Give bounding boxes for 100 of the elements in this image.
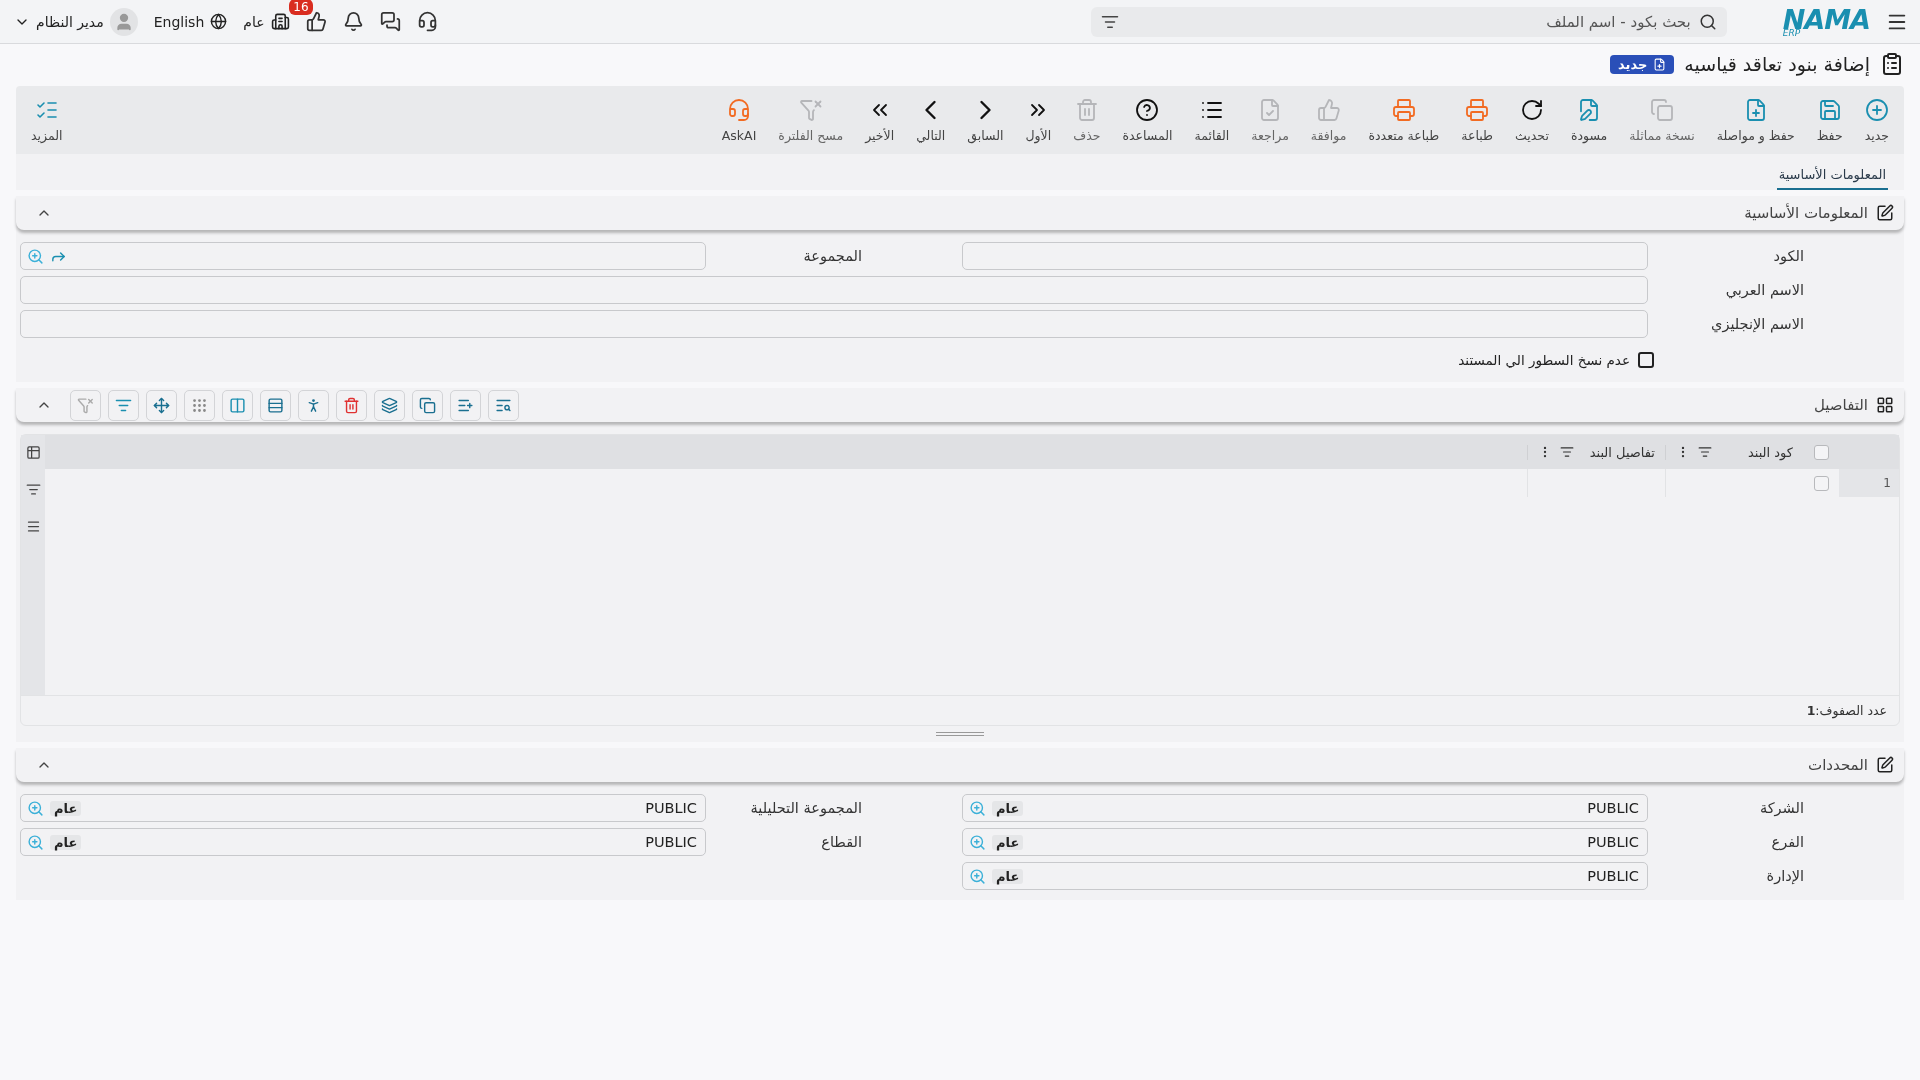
grid-tool-button[interactable] bbox=[146, 389, 177, 421]
input-field[interactable] bbox=[962, 242, 1648, 270]
field-label: الاسم العربي bbox=[1724, 281, 1804, 300]
language-selector[interactable]: English bbox=[153, 13, 228, 30]
clipboard-icon bbox=[1880, 52, 1904, 76]
print-button[interactable]: طباعة bbox=[1450, 97, 1504, 143]
grid-tool-button[interactable] bbox=[450, 389, 481, 421]
tag: عام bbox=[50, 800, 82, 816]
tag: عام bbox=[992, 800, 1024, 816]
trash-icon bbox=[343, 396, 360, 414]
thumbs-up-icon[interactable] bbox=[305, 11, 327, 32]
rows-icon bbox=[267, 396, 284, 414]
previous-button[interactable]: السابق bbox=[956, 97, 1015, 143]
grid-tool-button[interactable] bbox=[412, 389, 443, 421]
input-field[interactable] bbox=[20, 276, 1648, 304]
search-plus-icon[interactable] bbox=[27, 833, 44, 851]
grip-icon bbox=[191, 396, 208, 414]
select-all-checkbox[interactable] bbox=[1813, 444, 1829, 460]
next-button[interactable]: التالي bbox=[905, 97, 957, 143]
section-title: المحددات bbox=[1808, 756, 1868, 774]
search-icon bbox=[1698, 12, 1717, 31]
column-header[interactable]: كود البند bbox=[1665, 444, 1803, 460]
field-label: الكود bbox=[1772, 247, 1804, 266]
section-title: المعلومات الأساسية bbox=[1744, 204, 1868, 222]
save-continue-button[interactable]: حفظ و مواصلة bbox=[1705, 97, 1806, 143]
section-title: التفاصيل bbox=[1813, 396, 1868, 414]
field-value[interactable]: PUBLIC bbox=[87, 799, 699, 817]
headset-icon[interactable] bbox=[416, 11, 438, 32]
grid-tool-button[interactable] bbox=[298, 389, 329, 421]
page-title: إضافة بنود تعاقد قياسيه bbox=[1684, 53, 1870, 75]
filter-clear-icon bbox=[77, 396, 94, 414]
search-input[interactable]: بحث بكود - اسم الملف bbox=[1124, 11, 1693, 32]
user-menu[interactable]: مدير النظام bbox=[14, 7, 138, 36]
field-value[interactable]: PUBLIC bbox=[1029, 833, 1641, 851]
draft-button[interactable]: مسودة bbox=[1559, 97, 1619, 143]
input-field[interactable] bbox=[20, 310, 1648, 338]
avatar bbox=[109, 7, 138, 36]
refresh-button[interactable]: تحديث bbox=[1504, 97, 1560, 143]
grid-tool-button[interactable] bbox=[184, 389, 215, 421]
multi-print-button[interactable]: طباعة متعددة bbox=[1357, 97, 1451, 143]
filter-icon[interactable] bbox=[1698, 445, 1712, 459]
search-plus-icon[interactable] bbox=[969, 833, 986, 851]
move-icon bbox=[153, 396, 170, 414]
search-plus-icon[interactable] bbox=[969, 867, 986, 885]
checkbox[interactable]: عدم نسخ السطور الي المستند bbox=[1458, 348, 1654, 382]
columns-icon bbox=[229, 396, 246, 414]
field-label: القطاع bbox=[820, 833, 862, 852]
search-plus-icon[interactable] bbox=[27, 247, 44, 265]
grid-icon bbox=[1876, 396, 1894, 414]
field-value[interactable]: PUBLIC bbox=[1029, 799, 1641, 817]
save-button[interactable]: حفظ bbox=[1805, 97, 1854, 143]
help-button[interactable]: المساعدة bbox=[1111, 97, 1184, 143]
field-label: المجموعة التحليلية bbox=[749, 799, 862, 818]
field-label: الفرع bbox=[1770, 833, 1804, 852]
search-plus-icon[interactable] bbox=[969, 799, 986, 817]
file-plus-icon bbox=[1653, 57, 1667, 71]
grid-tool-button[interactable] bbox=[374, 389, 405, 421]
new-button[interactable]: جديد bbox=[1853, 97, 1900, 143]
tag: عام bbox=[992, 868, 1024, 884]
notification-badge: 16 bbox=[289, 0, 313, 15]
filter-icon[interactable] bbox=[25, 482, 41, 497]
field-value[interactable]: PUBLIC bbox=[1029, 867, 1641, 885]
field-value[interactable]: PUBLIC bbox=[87, 833, 699, 851]
bell-icon[interactable] bbox=[342, 11, 364, 32]
field-label: المجموعة bbox=[802, 247, 862, 266]
first-button[interactable]: الأول bbox=[1014, 97, 1063, 143]
input-field[interactable] bbox=[20, 242, 706, 270]
last-button[interactable]: الأخير bbox=[854, 97, 906, 143]
row-checkbox[interactable] bbox=[1813, 475, 1829, 491]
globe-icon bbox=[210, 13, 228, 30]
building-icon bbox=[270, 12, 290, 31]
tag: عام bbox=[992, 834, 1024, 850]
more-button[interactable]: المزيد bbox=[20, 97, 74, 143]
edit-icon bbox=[1876, 204, 1894, 222]
company-selector[interactable]: عام bbox=[243, 12, 290, 31]
search-plus-icon[interactable] bbox=[27, 799, 44, 817]
ask-ai-button[interactable]: AskAI bbox=[710, 97, 768, 143]
list-button[interactable]: القائمة bbox=[1183, 97, 1241, 143]
field-label: الشركة bbox=[1758, 799, 1804, 818]
resize-handle[interactable] bbox=[936, 732, 984, 736]
field-label: الاسم الإنجليزي bbox=[1710, 315, 1804, 334]
chat-icon[interactable] bbox=[379, 11, 401, 32]
row-number: 1 bbox=[1839, 469, 1899, 497]
grid-tool-button[interactable] bbox=[222, 389, 253, 421]
tag: عام bbox=[50, 834, 82, 850]
tab[interactable]: المعلومات الأساسية bbox=[1776, 163, 1888, 190]
grid-tool-button[interactable] bbox=[488, 389, 519, 421]
copy-icon bbox=[419, 396, 436, 414]
grid-tool-button[interactable] bbox=[336, 389, 367, 421]
grid-tool-button[interactable] bbox=[108, 389, 139, 421]
status-badge: جديد bbox=[1610, 54, 1675, 74]
table-icon[interactable] bbox=[25, 445, 41, 460]
column-header[interactable]: تفاصيل البند bbox=[1527, 444, 1665, 460]
menu-icon[interactable] bbox=[25, 519, 41, 534]
filter-icon[interactable] bbox=[1560, 445, 1574, 459]
search-field[interactable]: بحث بكود - اسم الملف bbox=[1090, 6, 1727, 37]
field-label: الإدارة bbox=[1765, 867, 1804, 886]
edit-icon bbox=[1876, 756, 1894, 774]
layers-icon bbox=[381, 396, 398, 414]
grid-tool-button[interactable] bbox=[260, 389, 291, 421]
